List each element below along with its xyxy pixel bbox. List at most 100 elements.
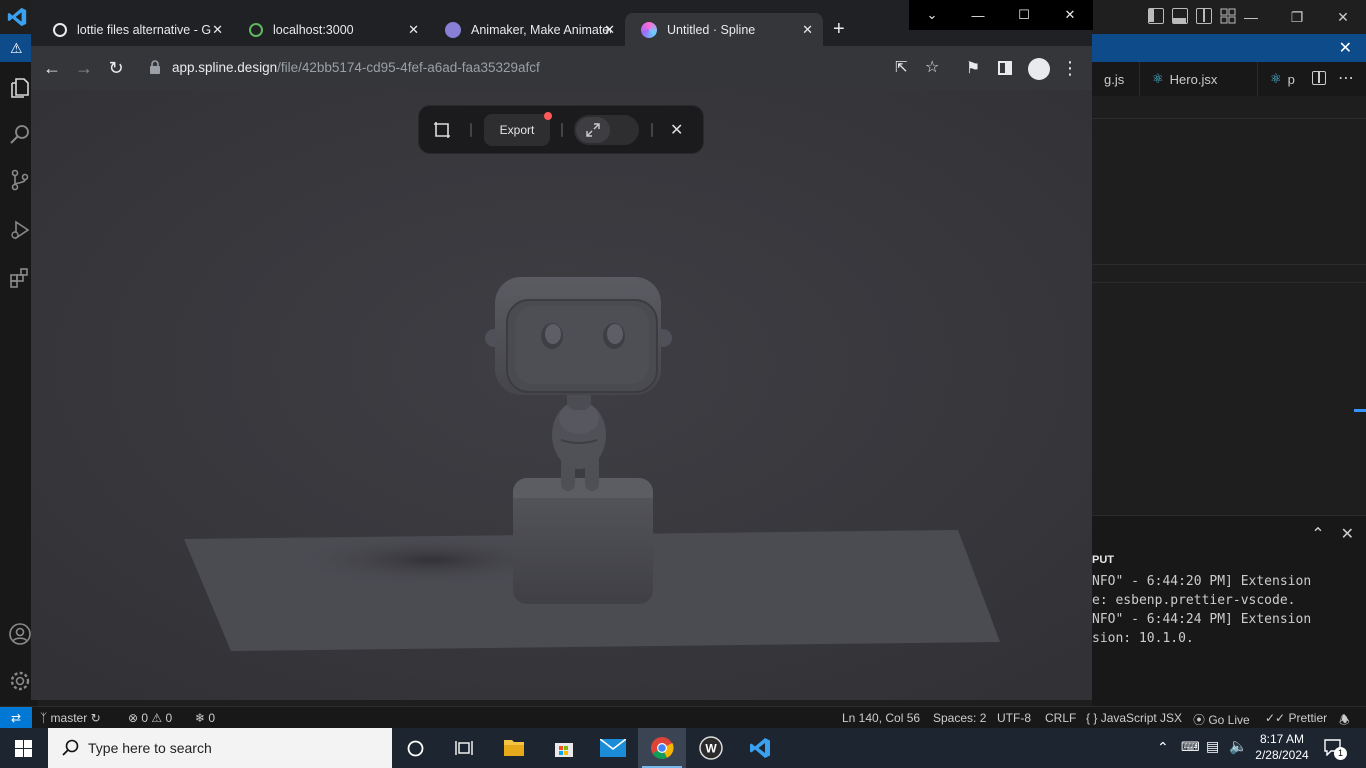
browser-tab[interactable]: localhost:3000 ✕ [233, 13, 429, 47]
back-icon[interactable]: ← [42, 58, 62, 78]
toggle-panel-icon[interactable] [1172, 8, 1188, 24]
profile-avatar[interactable] [1028, 58, 1050, 80]
notification-count-badge: 1 [1334, 747, 1347, 760]
source-control-icon[interactable] [8, 168, 32, 192]
more-actions-icon[interactable]: ⋯ [1338, 68, 1354, 88]
frame-resize-icon[interactable] [433, 121, 451, 139]
microsoft-store-icon[interactable] [553, 737, 575, 759]
eol-status[interactable]: CRLF [1045, 711, 1076, 725]
search-icon[interactable] [8, 122, 32, 146]
extensions-puzzle-icon[interactable]: ⚑ [963, 58, 983, 78]
toggle-secondary-sidebar-icon[interactable] [1196, 8, 1212, 24]
close-panel-icon[interactable]: ✕ [1341, 524, 1354, 544]
maximize-panel-icon[interactable]: ⌃ [1311, 524, 1324, 544]
chrome-menu-icon[interactable]: ⋮ [1060, 58, 1080, 78]
output-panel: PUT ⌃ ✕ NFO" - 6:44:20 PM] Extension e: e… [1092, 515, 1366, 706]
panel-header[interactable]: PUT [1092, 554, 1114, 566]
mail-icon[interactable] [600, 739, 626, 757]
address-bar[interactable]: app.spline.design/file/42bb5174-cd95-4fe… [139, 52, 939, 84]
action-center-icon[interactable]: 1 [1323, 738, 1347, 760]
run-debug-icon[interactable] [8, 218, 32, 242]
robot-scene-canvas[interactable] [31, 90, 1092, 700]
close-tab-icon[interactable]: ✕ [408, 22, 419, 38]
input-method-icon[interactable]: ⌨ [1181, 739, 1200, 755]
toolbar-divider [470, 123, 472, 137]
editor-tab[interactable]: g.js [1092, 62, 1140, 96]
clock-date: 2/28/2024 [1255, 748, 1309, 762]
branch-status[interactable]: ᛉ master ↻ [40, 711, 101, 725]
remote-indicator-icon[interactable]: ⇄ [0, 707, 32, 729]
encoding-status[interactable]: UTF-8 [997, 711, 1031, 725]
chrome-window: lottie files alternative - G ✕ localhost… [31, 0, 1093, 700]
svg-text:W: W [705, 742, 717, 756]
settings-gear-icon[interactable] [8, 669, 32, 693]
task-view-icon[interactable] [455, 739, 473, 757]
status-bar: ⇄ ᛉ master ↻ ⊗ 0 ⚠ 0 ❄ 0 Ln 140, Col 56 … [0, 706, 1366, 729]
spline-favicon-icon [641, 22, 657, 38]
robot-head [495, 277, 661, 395]
close-tab-icon[interactable]: ✕ [212, 22, 223, 38]
explorer-icon[interactable] [8, 76, 32, 100]
language-mode[interactable]: { } JavaScript JSX [1086, 711, 1182, 725]
network-icon[interactable]: ▤ [1206, 738, 1219, 755]
w-app-icon[interactable]: W [699, 736, 723, 760]
fullscreen-toggle[interactable] [574, 115, 639, 145]
problems-status[interactable]: ⊗ 0 ⚠ 0 [128, 711, 172, 725]
localhost-favicon-icon [249, 23, 263, 37]
spline-3d-viewport[interactable]: Export ✕ [31, 90, 1092, 700]
cortana-icon[interactable] [407, 740, 424, 757]
clock-time: 8:17 AM [1259, 732, 1305, 746]
close-tab-icon[interactable]: ✕ [604, 22, 615, 38]
file-explorer-icon[interactable] [503, 737, 525, 757]
side-panel-icon[interactable] [995, 58, 1015, 78]
url-text[interactable]: app.spline.design/file/42bb5174-cd95-4fe… [172, 60, 540, 75]
reload-icon[interactable]: ↻ [106, 58, 126, 78]
divider [1092, 264, 1366, 265]
close-tab-icon[interactable]: ✕ [802, 22, 813, 38]
lock-icon[interactable] [149, 60, 161, 74]
split-editor-icon[interactable] [1312, 71, 1326, 85]
tab-search-icon[interactable]: ⌄ [909, 0, 955, 30]
chrome-close-button[interactable]: ✕ [1047, 0, 1093, 30]
ports-status[interactable]: ❄ 0 [195, 711, 215, 725]
output-line: sion: 10.1.0. [1092, 631, 1194, 646]
editor-tab-hero[interactable]: ⚛ Hero.jsx [1140, 62, 1258, 96]
vscode-close-button[interactable]: ✕ [1320, 0, 1366, 34]
chrome-minimize-button[interactable]: — [955, 0, 1001, 30]
close-preview-icon[interactable]: ✕ [670, 120, 683, 140]
prettier-status[interactable]: ✓✓ Prettier [1265, 711, 1327, 725]
editor-tab[interactable]: ⚛ p [1258, 62, 1307, 96]
browser-tab-active[interactable]: Untitled · Spline ✕ [625, 13, 823, 47]
taskbar-search-box[interactable]: Type here to search [48, 728, 392, 768]
windows-start-icon[interactable] [15, 740, 32, 757]
chrome-taskbar-button[interactable] [638, 728, 686, 768]
cursor-position[interactable]: Ln 140, Col 56 [842, 711, 920, 725]
browser-tab[interactable]: lottie files alternative - G ✕ [37, 13, 233, 47]
robot-body [552, 401, 606, 469]
vscode-minimize-button[interactable]: — [1228, 0, 1274, 34]
accounts-icon[interactable] [8, 622, 32, 646]
browser-tab[interactable]: Animaker, Make Animated ✕ [429, 13, 625, 47]
banner-close-icon[interactable]: ✕ [1339, 38, 1352, 58]
export-button[interactable]: Export [484, 114, 550, 146]
forward-icon[interactable]: → [74, 58, 94, 78]
volume-icon[interactable]: 🔈 [1229, 737, 1248, 755]
share-icon[interactable]: ⇱ [895, 58, 908, 76]
new-tab-icon[interactable]: + [833, 18, 845, 41]
output-line: NFO" - 6:44:24 PM] Extension [1092, 612, 1312, 627]
extensions-icon[interactable] [8, 266, 32, 290]
vscode-taskbar-icon[interactable] [748, 736, 772, 760]
clock[interactable]: 8:17 AM 2/28/2024 [1252, 731, 1312, 763]
indentation-status[interactable]: Spaces: 2 [933, 711, 986, 725]
bookmark-star-icon[interactable]: ☆ [925, 57, 939, 77]
vscode-restore-button[interactable]: ❐ [1274, 0, 1320, 34]
chrome-window-controls: ⌄ — ☐ ✕ [909, 0, 1093, 30]
chrome-maximize-button[interactable]: ☐ [1001, 0, 1047, 30]
system-tray-chevron-icon[interactable]: ⌃ [1157, 739, 1169, 756]
layout-controls [1148, 8, 1236, 24]
windows-taskbar: Type here to search W ⌃ ⌨ ▤ 🔈 8:17 AM 2/… [0, 728, 1366, 768]
go-live-button[interactable]: ⦿ Go Live [1193, 711, 1250, 728]
react-icon: ⚛ [1152, 71, 1164, 86]
toggle-sidebar-icon[interactable] [1148, 8, 1164, 24]
search-placeholder: Type here to search [88, 740, 212, 756]
